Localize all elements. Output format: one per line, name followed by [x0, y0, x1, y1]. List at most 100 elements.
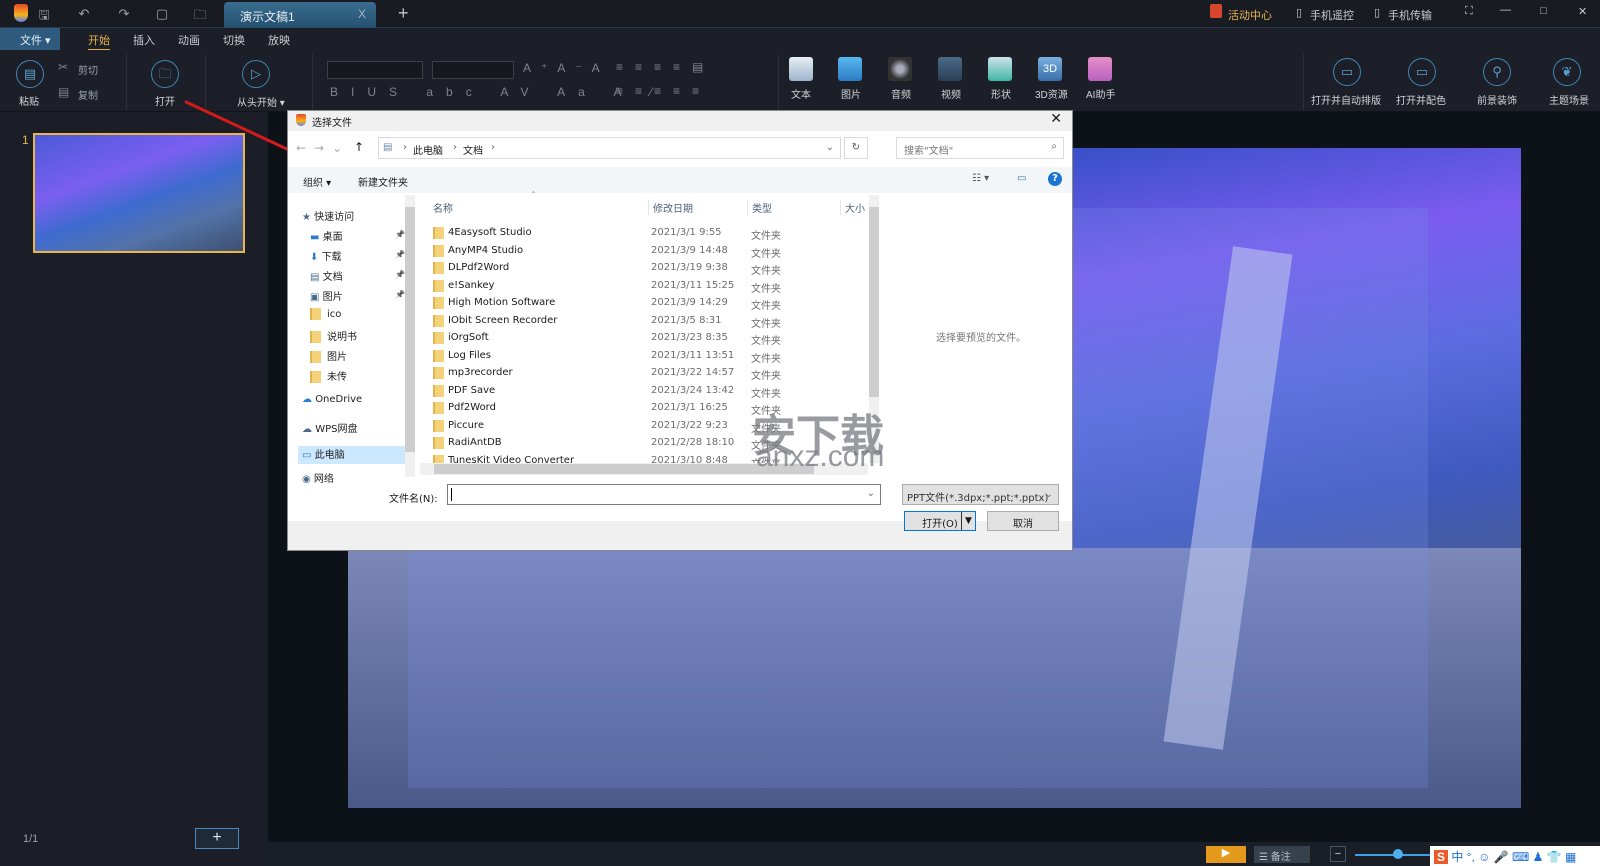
cut-button[interactable]: 剪切 — [78, 62, 98, 77]
nav-item[interactable]: ▬ 桌面 📌 — [310, 228, 405, 246]
column-date[interactable]: 修改日期 — [648, 200, 693, 215]
file-row[interactable]: e!Sankey 2021/3/11 15:25 文件夹 — [433, 277, 873, 295]
menu-start[interactable]: 开始 — [88, 32, 110, 51]
file-row[interactable]: Pdf2Word 2021/3/1 16:25 文件夹 — [433, 399, 873, 417]
file-row[interactable]: DLPdf2Word 2021/3/19 9:38 文件夹 — [433, 259, 873, 277]
list-icons[interactable]: ≡≡≡≡≡ — [616, 84, 711, 98]
foreground-decor-button[interactable]: 前景装饰 — [1477, 92, 1517, 107]
color-scheme-icon[interactable]: ▭ — [1408, 58, 1436, 86]
insert-shape-button[interactable]: 形状 — [991, 86, 1011, 101]
nav-item[interactable]: ☁ WPS网盘 — [302, 420, 405, 438]
ime-toolbar[interactable]: S 中 °, ☺ 🎤 ⌨ ♟ 👕 ▦ — [1430, 846, 1600, 866]
nav-item[interactable]: ⬇ 下载 📌 — [310, 248, 405, 266]
file-menu[interactable]: 文件 ▾ — [0, 28, 60, 50]
nav-item[interactable]: ▤ 文档 📌 — [310, 268, 405, 286]
play-from-start-icon[interactable]: ▷ — [242, 60, 270, 88]
address-bar[interactable]: ▤ › 此电脑 › 文档 › ⌄ — [378, 137, 841, 159]
cancel-button[interactable]: 取消 — [987, 511, 1059, 531]
menu-insert[interactable]: 插入 — [133, 32, 155, 48]
file-type-select[interactable]: PPT文件(*.3dpx;*.ppt;*.pptx) ⌄ — [902, 484, 1059, 505]
image-insert-icon[interactable] — [838, 57, 862, 81]
zoom-out-button[interactable]: − — [1330, 846, 1346, 862]
open-color-scheme-button[interactable]: 打开并配色 — [1396, 92, 1446, 107]
activity-center-button[interactable]: 活动中心 — [1228, 7, 1272, 23]
nav-scrollbar[interactable] — [405, 195, 415, 477]
nav-item[interactable]: ▭ 此电脑 — [298, 446, 405, 464]
filename-dropdown-icon[interactable]: ⌄ — [867, 488, 875, 499]
file-row[interactable]: IObit Screen Recorder 2021/3/5 8:31 文件夹 — [433, 312, 873, 330]
open-dropdown-icon[interactable]: ▼ — [961, 512, 975, 530]
column-type[interactable]: 类型 — [747, 200, 772, 215]
view-options-icon[interactable]: ☷ ▾ — [972, 173, 989, 184]
open-file-button[interactable]: 打开(O) ▼ — [904, 511, 976, 531]
search-input[interactable]: 搜索"文档" ⌕ — [896, 137, 1064, 159]
insert-3d-button[interactable]: 3D资源 — [1035, 86, 1068, 101]
column-name[interactable]: 名称 — [433, 200, 453, 215]
address-dropdown-icon[interactable]: ⌄ — [826, 142, 834, 153]
foreground-decor-icon[interactable]: ⚲ — [1483, 58, 1511, 86]
breadcrumb-documents[interactable]: 文档 — [463, 142, 483, 157]
insert-image-button[interactable]: 图片 — [841, 86, 861, 101]
file-row[interactable]: PDF Save 2021/3/24 13:42 文件夹 — [433, 382, 873, 400]
folder-icon[interactable]: 🗀 — [192, 6, 208, 22]
theme-scene-button[interactable]: 主题场景 — [1549, 92, 1589, 107]
play-button[interactable]: ▶ — [1206, 846, 1246, 863]
shape-insert-icon[interactable] — [988, 57, 1012, 81]
preview-pane-icon[interactable]: ▭ — [1017, 173, 1026, 184]
redo-icon[interactable]: ↷ — [116, 6, 132, 22]
nav-item[interactable]: ☁ OneDrive — [302, 394, 405, 412]
new-folder-button[interactable]: 新建文件夹 — [358, 174, 408, 189]
3d-resource-icon[interactable]: 3D — [1038, 57, 1062, 81]
audio-insert-icon[interactable] — [888, 57, 912, 81]
theme-scene-icon[interactable]: ❦ — [1553, 58, 1581, 86]
menu-slideshow[interactable]: 放映 — [268, 32, 290, 48]
font-size-select[interactable] — [432, 61, 514, 79]
zoom-slider-handle[interactable] — [1393, 849, 1403, 859]
nav-item[interactable]: ▣ 图片 📌 — [310, 288, 405, 306]
tab-document[interactable]: 演示文稿1 X — [224, 2, 376, 28]
column-size[interactable]: 大小 — [840, 200, 865, 215]
nav-item[interactable]: ico — [310, 308, 405, 326]
file-row[interactable]: RadiAntDB 2021/2/28 18:10 文件夹 — [433, 434, 873, 452]
menu-animation[interactable]: 动画 — [178, 32, 200, 48]
preview-icon[interactable]: ▢ — [154, 6, 170, 22]
paste-label[interactable]: 粘贴 — [19, 93, 39, 108]
auto-layout-icon[interactable]: ▭ — [1333, 58, 1361, 86]
paste-icon[interactable]: ▤ — [16, 60, 44, 88]
undo-icon[interactable]: ↶ — [76, 6, 92, 22]
ai-assistant-icon[interactable] — [1088, 57, 1112, 81]
maximize-button[interactable]: □ — [1540, 5, 1547, 17]
font-family-select[interactable] — [327, 61, 423, 79]
align-icons[interactable]: ≡≡≡≡▤ — [616, 60, 715, 74]
nav-item[interactable]: ★ 快速访问 — [302, 208, 405, 226]
open-icon[interactable]: 🗀 — [151, 60, 179, 88]
add-slide-button[interactable]: + — [195, 828, 239, 849]
file-row[interactable]: mp3recorder 2021/3/22 14:57 文件夹 — [433, 364, 873, 382]
file-list-vscrollbar[interactable] — [869, 195, 879, 463]
file-row[interactable]: AnyMP4 Studio 2021/3/9 14:48 文件夹 — [433, 242, 873, 260]
nav-item[interactable]: 图片 — [310, 348, 405, 366]
video-insert-icon[interactable] — [938, 57, 962, 81]
file-row[interactable]: 4Easysoft Studio 2021/3/1 9:55 文件夹 — [433, 224, 873, 242]
phone-transfer-button[interactable]: 手机传输 — [1388, 7, 1432, 23]
copy-button[interactable]: 复制 — [78, 87, 98, 102]
up-button[interactable]: ↑ — [354, 140, 364, 154]
save-icon[interactable]: 🖫 — [36, 6, 52, 22]
open-auto-layout-button[interactable]: 打开并自动排版 — [1311, 92, 1381, 107]
insert-text-button[interactable]: 文本 — [791, 86, 811, 101]
file-row[interactable]: iOrgSoft 2021/3/23 8:35 文件夹 — [433, 329, 873, 347]
nav-item[interactable]: 未传 — [310, 368, 405, 386]
slide-thumbnail[interactable] — [33, 133, 245, 253]
play-from-start-button[interactable]: 从头开始 ▾ — [237, 94, 285, 109]
nav-item[interactable]: 说明书 — [310, 328, 405, 346]
breadcrumb-this-pc[interactable]: 此电脑 — [413, 142, 443, 157]
insert-audio-button[interactable]: 音频 — [891, 86, 911, 101]
menu-transition[interactable]: 切换 — [223, 32, 245, 48]
file-row[interactable]: Log Files 2021/3/11 13:51 文件夹 — [433, 347, 873, 365]
file-list-hscrollbar[interactable] — [420, 463, 868, 475]
nav-item[interactable]: ◉ 网络 — [302, 470, 405, 488]
refresh-button[interactable]: ↻ — [844, 137, 868, 159]
add-tab-button[interactable]: + — [398, 3, 409, 24]
minimize-button[interactable]: — — [1500, 4, 1511, 16]
notes-button[interactable]: ☰ 备注 — [1254, 846, 1310, 863]
